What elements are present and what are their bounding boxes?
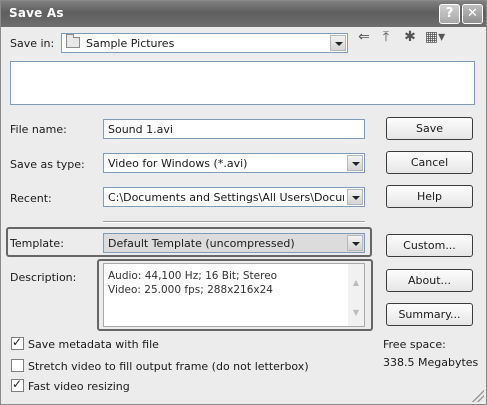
new-folder-icon[interactable]: ✱: [401, 28, 419, 46]
check-icon: ✓: [12, 335, 23, 349]
description-line-video: Video: 25.000 fps; 288x216x24: [108, 284, 273, 296]
chevron-down-icon[interactable]: [347, 235, 363, 251]
recent-label: Recent:: [10, 192, 52, 205]
stretch-video-checkbox[interactable]: [11, 359, 24, 372]
save-metadata-checkbox[interactable]: ✓: [11, 335, 24, 350]
folder-icon: [66, 34, 80, 48]
template-dropdown[interactable]: Default Template (uncompressed): [103, 233, 365, 253]
back-icon[interactable]: ⇐: [355, 28, 373, 46]
free-space-value: 338.5 Megabytes: [383, 356, 479, 369]
up-folder-icon[interactable]: ⤒: [377, 28, 395, 46]
chevron-down-icon[interactable]: [347, 155, 363, 171]
save-in-label: Save in:: [10, 37, 55, 50]
cancel-button[interactable]: Cancel: [386, 151, 473, 174]
description-label: Description:: [10, 271, 77, 284]
save-in-dropdown[interactable]: Sample Pictures: [61, 33, 348, 53]
recent-dropdown[interactable]: C:\Documents and Settings\All Users\Docu…: [103, 187, 365, 207]
chevron-down-icon[interactable]: [330, 35, 346, 51]
summary-button[interactable]: Summary...: [386, 303, 473, 326]
free-space-label: Free space:: [383, 338, 446, 351]
save-metadata-label: Save metadata with file: [28, 338, 159, 351]
about-button[interactable]: About...: [386, 269, 473, 292]
divider: [103, 221, 365, 223]
close-icon[interactable]: ✕: [462, 4, 483, 24]
fast-resizing-label: Fast video resizing: [28, 380, 130, 393]
file-name-value: Sound 1.avi: [108, 123, 173, 136]
save-as-type-label: Save as type:: [10, 158, 85, 171]
description-scrollbar[interactable]: ▲ ▼: [348, 264, 364, 326]
template-label: Template:: [10, 237, 64, 250]
recent-value: C:\Documents and Settings\All Users\Docu…: [108, 191, 344, 204]
check-icon: ✓: [12, 377, 23, 391]
save-button[interactable]: Save: [386, 117, 473, 140]
file-name-label: File name:: [10, 123, 67, 136]
scroll-up-icon[interactable]: ▲: [350, 278, 362, 288]
file-name-input[interactable]: Sound 1.avi: [103, 119, 365, 139]
resize-grip-icon[interactable]: [472, 390, 484, 402]
save-in-value: Sample Pictures: [86, 37, 175, 50]
stretch-video-label: Stretch video to fill output frame (do n…: [28, 360, 309, 373]
description-box: Audio: 44,100 Hz; 16 Bit; Stereo Video: …: [103, 263, 365, 327]
chevron-down-icon[interactable]: [347, 189, 363, 205]
save-as-dialog: Save As ? ✕ Save in: Sample Pictures ⇐ ⤒…: [0, 0, 487, 405]
save-as-type-dropdown[interactable]: Video for Windows (*.avi): [103, 153, 365, 173]
fast-resizing-checkbox[interactable]: ✓: [11, 377, 24, 392]
description-line-audio: Audio: 44,100 Hz; 16 Bit; Stereo: [108, 270, 278, 282]
help-icon[interactable]: ?: [439, 4, 460, 24]
file-list[interactable]: [10, 61, 475, 105]
title-bar: Save As ? ✕: [1, 1, 486, 27]
help-button[interactable]: Help: [386, 185, 473, 208]
template-value: Default Template (uncompressed): [108, 237, 295, 250]
views-menu-icon[interactable]: ▦▾: [423, 28, 447, 46]
scroll-down-icon[interactable]: ▼: [350, 308, 362, 318]
custom-button[interactable]: Custom...: [386, 234, 473, 257]
window-title: Save As: [9, 6, 64, 20]
save-as-type-value: Video for Windows (*.avi): [108, 157, 248, 170]
